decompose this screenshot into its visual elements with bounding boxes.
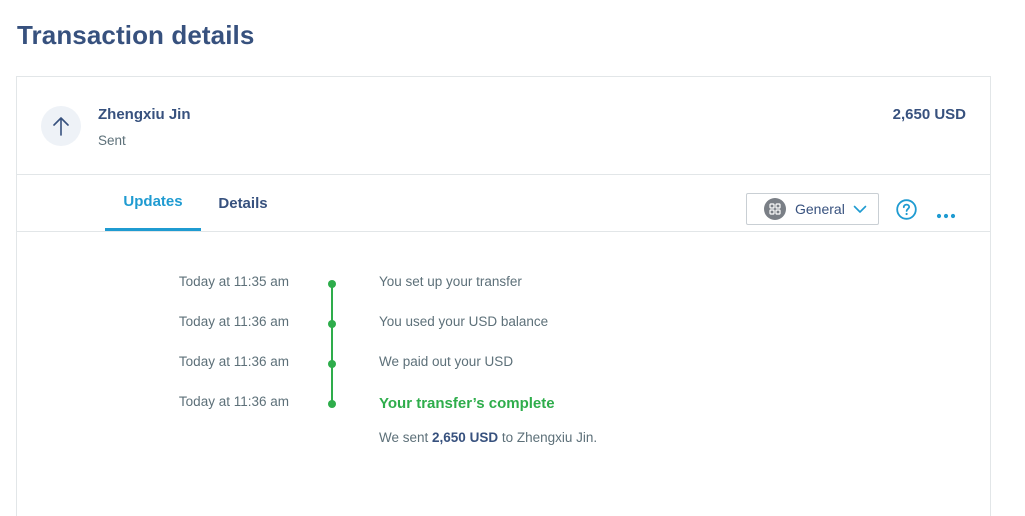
timeline-event: You used your USD balance <box>379 314 549 329</box>
category-select[interactable]: General <box>746 193 879 225</box>
help-circle-icon[interactable] <box>896 199 917 220</box>
timeline-time: Today at 11:36 am <box>178 354 289 369</box>
grid-icon <box>764 198 786 220</box>
timeline: Today at 11:35 am You set up your transf… <box>17 232 990 512</box>
transaction-amount: 2,650 USD <box>892 106 966 123</box>
arrow-up-icon <box>41 106 81 146</box>
transaction-card: Zhengxiu Jin Sent 2,650 USD Updates Deta… <box>16 76 991 516</box>
completion-detail-prefix: We sent <box>379 430 433 445</box>
timeline-dot <box>328 360 336 368</box>
timeline-event-complete: Your transfer’s complete <box>379 395 555 412</box>
timeline-time: Today at 11:36 am <box>178 314 289 329</box>
transaction-header: Zhengxiu Jin Sent 2,650 USD <box>17 77 990 175</box>
completion-detail-suffix: to Zhengxiu Jin. <box>498 430 598 445</box>
tab-bar: Updates Details General <box>17 175 990 232</box>
timeline-dot <box>328 400 336 408</box>
timeline-dot <box>328 320 336 328</box>
transaction-status: Sent <box>98 133 126 148</box>
completion-detail-amount: 2,650 USD <box>432 430 499 445</box>
timeline-line <box>331 283 333 404</box>
timeline-time: Today at 11:36 am <box>178 394 289 409</box>
timeline-dot <box>328 280 336 288</box>
completion-detail: We sent 2,650 USD to Zhengxiu Jin. <box>379 430 597 445</box>
timeline-time: Today at 11:35 am <box>178 274 289 289</box>
timeline-event: We paid out your USD <box>379 354 514 369</box>
chevron-down-icon <box>853 205 867 214</box>
tab-updates[interactable]: Updates <box>105 175 201 231</box>
category-select-value: General <box>795 201 845 217</box>
page-title: Transaction details <box>17 20 255 50</box>
more-horizontal-icon[interactable] <box>936 206 956 219</box>
recipient-name: Zhengxiu Jin <box>98 106 191 123</box>
timeline-event: You set up your transfer <box>379 274 522 289</box>
tab-details[interactable]: Details <box>201 175 285 231</box>
